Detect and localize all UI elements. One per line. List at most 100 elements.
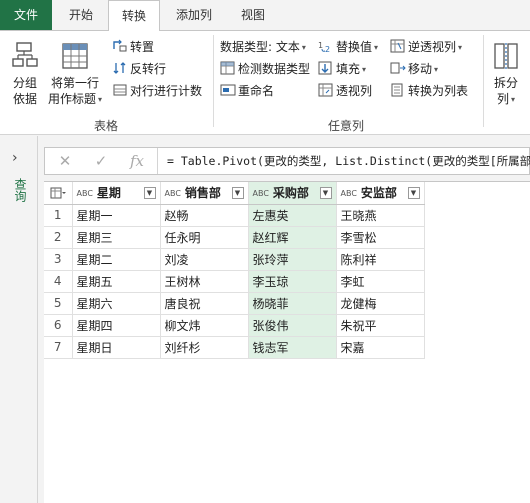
transpose-button[interactable]: 转置 — [112, 37, 154, 57]
column-filter-icon[interactable]: ▼ — [231, 187, 244, 199]
column-filter-icon[interactable]: ▼ — [407, 187, 420, 199]
text-type-icon: ABC — [252, 188, 269, 198]
convert-to-list-button[interactable]: 转换为列表 — [390, 81, 468, 101]
table-cell[interactable]: 杨晓菲 — [248, 292, 337, 315]
table-cell[interactable]: 钱志军 — [248, 336, 337, 359]
group-by-button[interactable]: 分组 依据 — [6, 41, 44, 107]
table-row[interactable]: 2 星期三 任永明 赵红辉 李雪松 — [44, 226, 425, 249]
table-cell[interactable]: 李雪松 — [336, 226, 425, 249]
fill-label: 填充 — [336, 62, 361, 76]
data-type-dropdown[interactable]: 数据类型: 文本 ▾ — [220, 37, 306, 57]
column-filter-icon[interactable]: ▼ — [143, 187, 156, 199]
row-number: 2 — [44, 226, 73, 249]
fill-button[interactable]: 填充 ▾ — [318, 59, 366, 79]
rename-button[interactable]: 重命名 — [220, 81, 274, 101]
row-number: 4 — [44, 270, 73, 293]
table-row[interactable]: 4 星期五 王树林 李玉琼 李虹 — [44, 270, 425, 293]
table-cell[interactable]: 张俊伟 — [248, 314, 337, 337]
column-header-sales[interactable]: ABC 销售部 ▼ — [160, 182, 249, 205]
row-number: 7 — [44, 336, 73, 359]
table-cell[interactable]: 宋嘉 — [336, 336, 425, 359]
unpivot-label: 逆透视列 — [408, 40, 457, 54]
replace-values-button[interactable]: 12 替换值 ▾ — [318, 37, 378, 57]
expand-chevron-icon[interactable]: › — [12, 150, 18, 166]
table-cell[interactable]: 左惠英 — [248, 204, 337, 227]
split-column-button[interactable]: 拆分 列 ▾ — [488, 41, 524, 108]
table-row[interactable]: 6 星期四 柳文炜 张俊伟 朱祝平 — [44, 314, 425, 337]
row-number: 3 — [44, 248, 73, 271]
table-cell[interactable]: 星期一 — [72, 204, 161, 227]
replace-values-icon: 12 — [318, 39, 334, 54]
unpivot-icon — [390, 39, 406, 53]
detect-type-label: 检测数据类型 — [238, 62, 311, 76]
column-header-safety[interactable]: ABC 安监部 ▼ — [336, 182, 425, 205]
cancel-icon[interactable]: ✕ — [53, 151, 77, 171]
table-cell[interactable]: 任永明 — [160, 226, 249, 249]
detect-type-icon — [220, 61, 236, 75]
table-cell[interactable]: 唐良祝 — [160, 292, 249, 315]
data-grid: ABC 星期 ▼ ABC 销售部 ▼ ABC 采购部 ▼ ABC 安监部 ▼ 1 星期一 赵畅 左惠英… — [44, 181, 530, 503]
table-row[interactable]: 7 星期日 刘纤杉 钱志军 宋嘉 — [44, 336, 425, 359]
count-rows-button[interactable]: 对行进行计数 — [112, 81, 202, 101]
svg-text:1: 1 — [318, 41, 323, 50]
table-cell[interactable]: 王晓燕 — [336, 204, 425, 227]
table-cell[interactable]: 星期二 — [72, 248, 161, 271]
table-cell[interactable]: 星期五 — [72, 270, 161, 293]
data-type-label: 数据类型: 文本 — [220, 40, 300, 54]
table-cell[interactable]: 刘纤杉 — [160, 336, 249, 359]
table-cell[interactable]: 赵红辉 — [248, 226, 337, 249]
header-row: ABC 星期 ▼ ABC 销售部 ▼ ABC 采购部 ▼ ABC 安监部 ▼ — [44, 182, 425, 205]
confirm-icon[interactable]: ✓ — [89, 151, 113, 171]
detect-type-button[interactable]: 检测数据类型 — [220, 59, 310, 79]
formula-input[interactable]: = Table.Pivot(更改的类型, List.Distinct(更改的类型… — [167, 148, 530, 174]
move-button[interactable]: 移动 ▾ — [390, 59, 438, 79]
ribbon-separator — [483, 35, 484, 127]
any-column-group-label: 任意列 — [328, 119, 365, 133]
table-cell[interactable]: 赵畅 — [160, 204, 249, 227]
table-cell[interactable]: 陈利祥 — [336, 248, 425, 271]
column-header-label: 星期 — [96, 186, 121, 201]
row-number: 1 — [44, 204, 73, 227]
table-cell[interactable]: 张玲萍 — [248, 248, 337, 271]
count-rows-label: 对行进行计数 — [130, 84, 203, 98]
table-cell[interactable]: 王树林 — [160, 270, 249, 293]
use-first-row-button[interactable]: 将第一行 用作标题 ▾ — [46, 41, 104, 108]
row-number: 6 — [44, 314, 73, 337]
queries-pane-label[interactable]: 查询 — [12, 178, 29, 202]
text-type-icon: ABC — [340, 188, 357, 198]
pivot-column-icon — [318, 83, 334, 97]
fx-icon[interactable]: fx — [125, 151, 149, 171]
ribbon: 分组 依据 将第一行 用作标题 ▾ 转置 反转行 对行进行计数 表格 数据类型: … — [0, 30, 530, 135]
column-header-weekday[interactable]: ABC 星期 ▼ — [72, 182, 161, 205]
column-header-label: 安监部 — [360, 186, 397, 201]
svg-text:2: 2 — [325, 45, 330, 53]
tab-transform[interactable]: 转换 — [108, 0, 160, 31]
table-cell[interactable]: 李虹 — [336, 270, 425, 293]
split-column-icon — [494, 43, 518, 69]
tab-view[interactable]: 视图 — [228, 0, 278, 30]
table-row[interactable]: 3 星期二 刘凌 张玲萍 陈利祥 — [44, 248, 425, 271]
convert-to-list-label: 转换为列表 — [408, 84, 469, 98]
table-cell[interactable]: 星期六 — [72, 292, 161, 315]
rename-icon — [220, 83, 236, 97]
tab-file[interactable]: 文件 — [0, 0, 52, 30]
table-cell[interactable]: 龙健梅 — [336, 292, 425, 315]
column-filter-icon[interactable]: ▼ — [319, 187, 332, 199]
table-cell[interactable]: 刘凌 — [160, 248, 249, 271]
table-cell[interactable]: 柳文炜 — [160, 314, 249, 337]
table-cell[interactable]: 星期日 — [72, 336, 161, 359]
table-menu-icon[interactable] — [44, 182, 73, 205]
table-cell[interactable]: 朱祝平 — [336, 314, 425, 337]
reverse-rows-button[interactable]: 反转行 — [112, 59, 166, 79]
tab-add-column[interactable]: 添加列 — [162, 0, 226, 30]
column-header-purchasing[interactable]: ABC 采购部 ▼ — [248, 182, 337, 205]
table-cell[interactable]: 星期三 — [72, 226, 161, 249]
table-cell[interactable]: 星期四 — [72, 314, 161, 337]
tab-home[interactable]: 开始 — [56, 0, 106, 30]
table-cell[interactable]: 李玉琼 — [248, 270, 337, 293]
pivot-column-button[interactable]: 透视列 — [318, 81, 372, 101]
unpivot-button[interactable]: 逆透视列 ▾ — [390, 37, 462, 57]
table-row[interactable]: 5 星期六 唐良祝 杨晓菲 龙健梅 — [44, 292, 425, 315]
table-row[interactable]: 1 星期一 赵畅 左惠英 王晓燕 — [44, 204, 425, 227]
ribbon-tabbar: 文件 开始 转换 添加列 视图 — [0, 0, 530, 31]
